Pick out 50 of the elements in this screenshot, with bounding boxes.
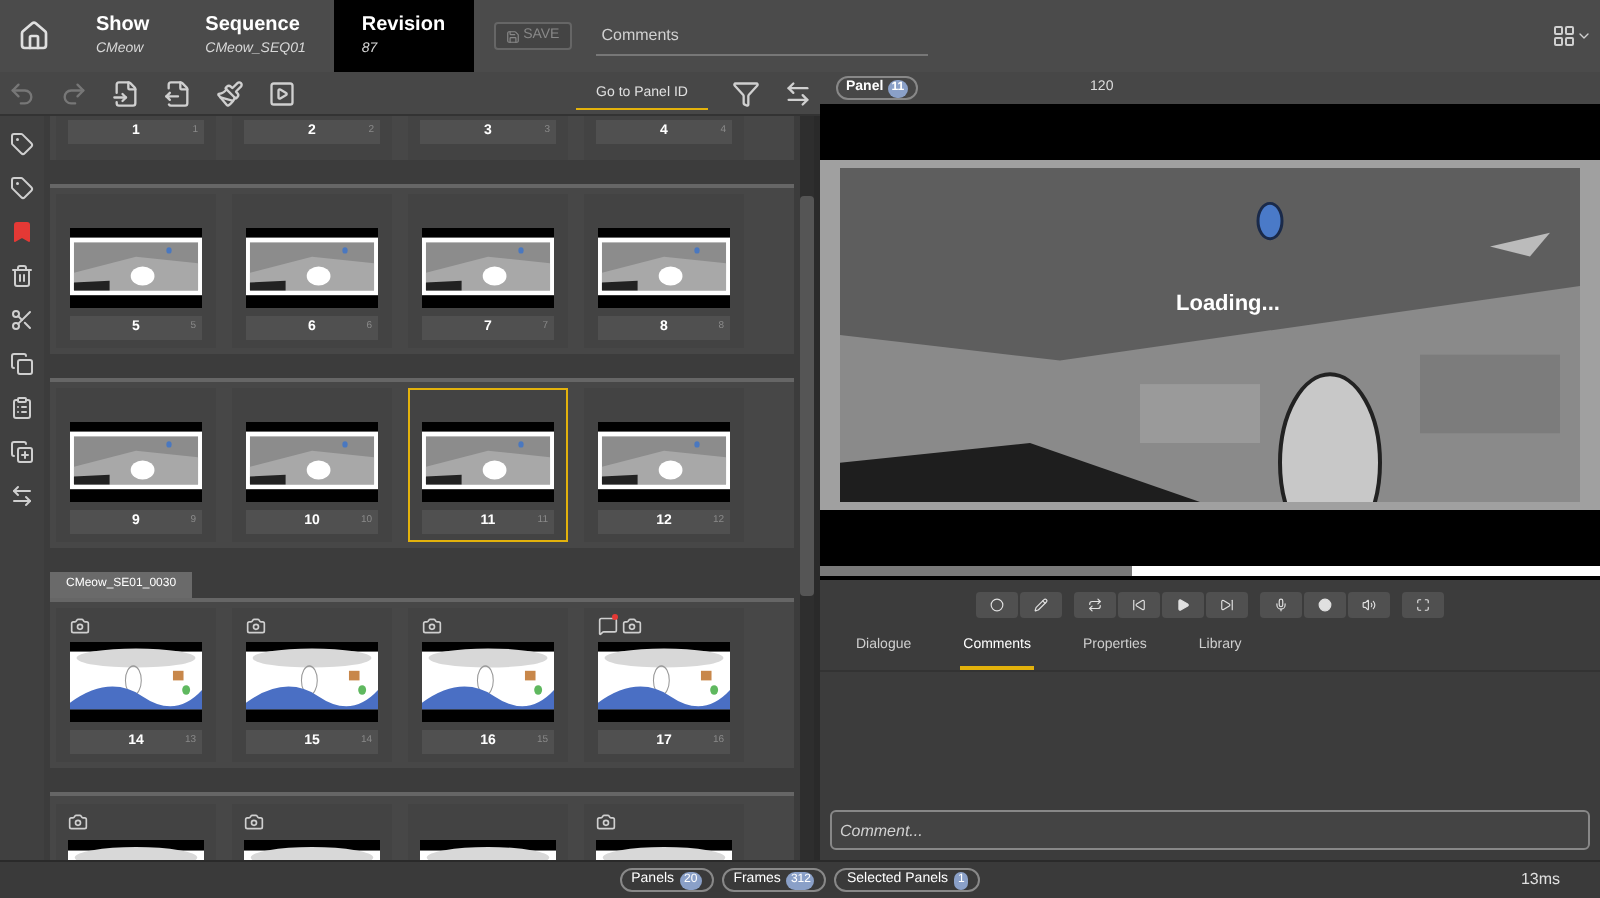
play-icon bbox=[1176, 597, 1190, 611]
home-icon[interactable] bbox=[18, 20, 50, 52]
filter-icon[interactable] bbox=[732, 79, 760, 107]
swap-icon[interactable] bbox=[784, 79, 812, 107]
comment-field[interactable]: Comment... bbox=[830, 810, 1590, 850]
scrollbar[interactable] bbox=[800, 116, 814, 860]
brush-icon[interactable] bbox=[216, 79, 244, 107]
export-icon[interactable] bbox=[164, 79, 192, 107]
fullscreen-icon bbox=[1416, 597, 1430, 611]
skip-back-button[interactable] bbox=[1118, 591, 1160, 617]
bookmark-icon[interactable] bbox=[10, 220, 34, 244]
play-panel-icon[interactable] bbox=[268, 79, 296, 107]
record-icon bbox=[1318, 597, 1332, 611]
volume-button[interactable] bbox=[1348, 591, 1390, 617]
volume-icon bbox=[1362, 597, 1376, 611]
copy-icon[interactable] bbox=[10, 352, 34, 376]
loop-button[interactable] bbox=[1074, 591, 1116, 617]
camera-icon bbox=[596, 812, 616, 832]
loading-text: Loading... bbox=[1176, 290, 1280, 320]
circle-icon bbox=[990, 597, 1004, 611]
fullscreen-button[interactable] bbox=[1402, 591, 1444, 617]
tag-icon[interactable] bbox=[10, 176, 34, 200]
skip-forward-icon bbox=[1220, 597, 1234, 611]
layout-icon[interactable] bbox=[1552, 24, 1576, 48]
scissors-icon[interactable] bbox=[10, 308, 34, 332]
camera-icon bbox=[622, 616, 642, 636]
circle-button[interactable] bbox=[976, 591, 1018, 617]
trash-icon[interactable] bbox=[10, 264, 34, 288]
import-icon[interactable] bbox=[112, 79, 140, 107]
render-time: 13ms bbox=[1520, 868, 1560, 892]
comment-icon bbox=[598, 616, 618, 636]
comments-field[interactable]: Comments bbox=[595, 16, 928, 56]
caret-icon[interactable] bbox=[1576, 28, 1592, 44]
pencil-button[interactable] bbox=[1020, 591, 1062, 617]
microphone-button[interactable] bbox=[1260, 591, 1302, 617]
microphone-icon bbox=[1274, 597, 1288, 611]
clipboard-icon[interactable] bbox=[10, 396, 34, 420]
camera-icon bbox=[68, 812, 88, 832]
skip-back-icon bbox=[1132, 597, 1146, 611]
loop-icon bbox=[1088, 597, 1102, 611]
record-button[interactable] bbox=[1304, 591, 1346, 617]
skip-forward-button[interactable] bbox=[1206, 591, 1248, 617]
camera-icon bbox=[246, 616, 266, 636]
play-button[interactable] bbox=[1162, 591, 1204, 617]
camera-icon bbox=[244, 812, 264, 832]
camera-icon bbox=[70, 616, 90, 636]
save-icon bbox=[505, 29, 520, 43]
duplicate-icon[interactable] bbox=[10, 440, 34, 464]
camera-icon bbox=[422, 616, 442, 636]
pencil-icon bbox=[1034, 597, 1048, 611]
